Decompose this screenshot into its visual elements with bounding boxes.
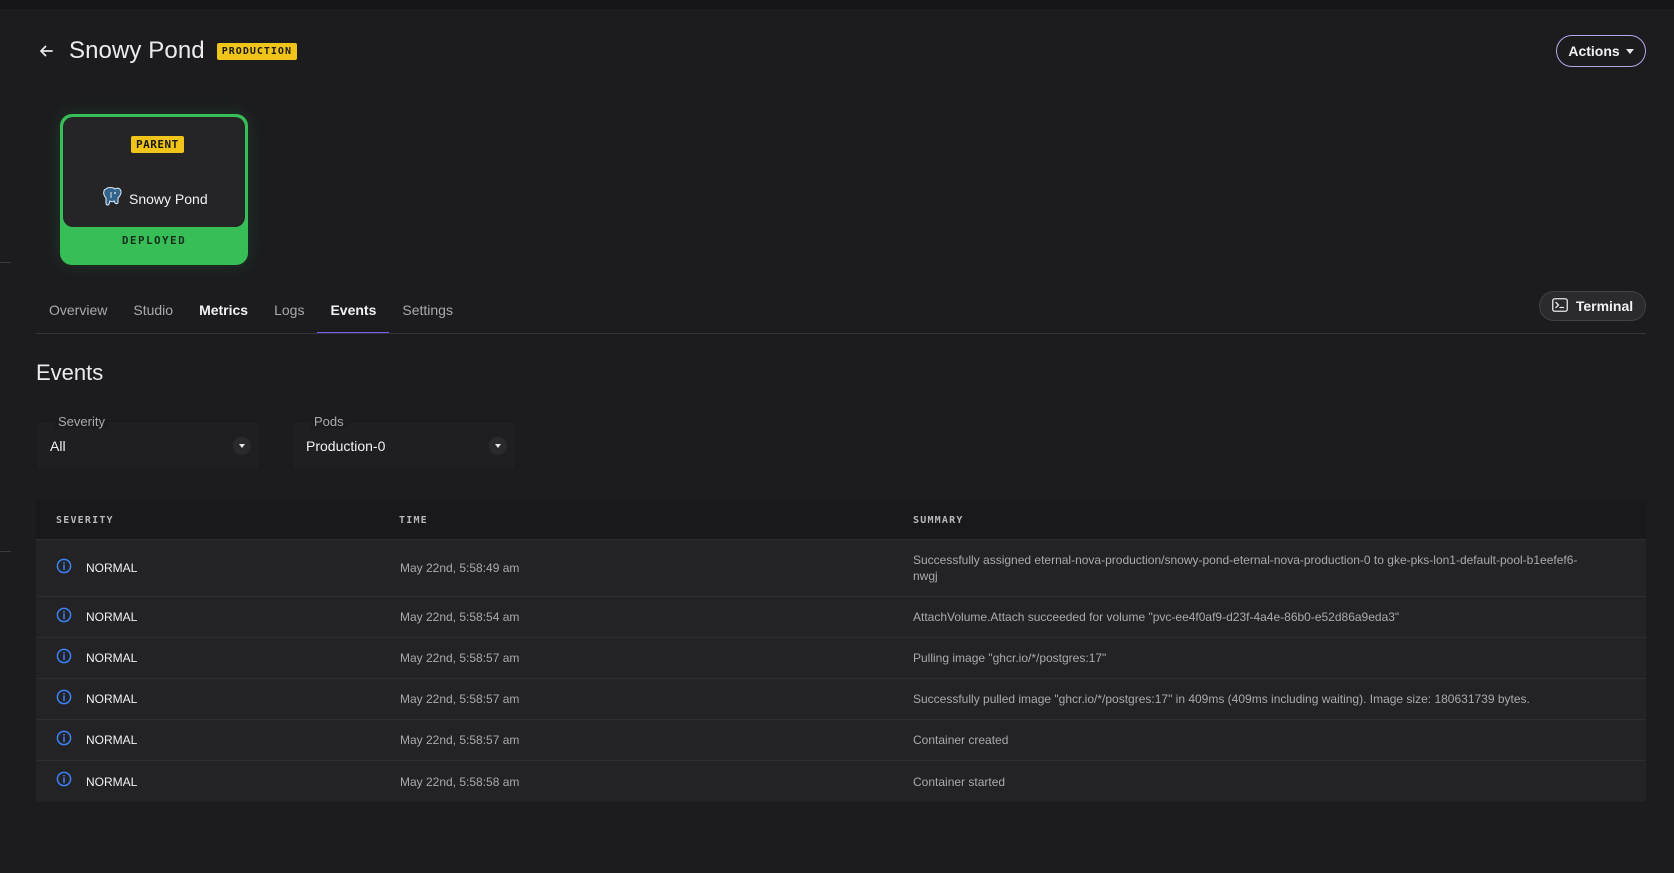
edge-divider — [0, 551, 11, 552]
time-cell: May 22nd, 5:58:57 am — [400, 692, 520, 706]
info-icon — [56, 648, 72, 669]
terminal-button[interactable]: Terminal — [1539, 291, 1646, 321]
chevron-down-icon — [233, 437, 251, 455]
tab-settings[interactable]: Settings — [389, 296, 466, 334]
table-row[interactable]: NORMAL May 22nd, 5:58:54 am AttachVolume… — [36, 597, 1646, 638]
section-title: Events — [36, 360, 104, 385]
summary-cell: Container created — [913, 733, 1009, 747]
table-row[interactable]: NORMAL May 22nd, 5:58:58 am Container st… — [36, 761, 1646, 802]
severity-text: NORMAL — [86, 733, 138, 747]
caret-down-icon — [1625, 48, 1634, 54]
events-table: SEVERITY TIME SUMMARY NORMAL May 22nd, 5… — [36, 501, 1646, 802]
page-header: Snowy Pond PRODUCTION — [36, 36, 297, 66]
summary-cell: Successfully pulled image "ghcr.io/*/pos… — [913, 692, 1530, 706]
summary-cell: Successfully assigned eternal-nova-produ… — [913, 553, 1578, 583]
pods-label: Pods — [310, 414, 348, 429]
service-card-body: PARENT Snowy Pond — [63, 117, 245, 227]
info-icon — [56, 607, 72, 628]
severity-cell: NORMAL — [56, 540, 137, 596]
tab-divider — [36, 333, 1646, 334]
severity-text: NORMAL — [86, 651, 138, 665]
time-cell: May 22nd, 5:58:54 am — [400, 610, 520, 624]
severity-cell: NORMAL — [56, 761, 137, 802]
service-card[interactable]: PARENT Snowy Pond DEPLOYED — [60, 114, 248, 265]
tab-metrics[interactable]: Metrics — [186, 296, 261, 334]
severity-label: Severity — [54, 414, 109, 429]
severity-cell: NORMAL — [56, 638, 137, 678]
tab-events[interactable]: Events — [317, 296, 390, 334]
table-row[interactable]: NORMAL May 22nd, 5:58:57 am Pulling imag… — [36, 638, 1646, 679]
severity-cell: NORMAL — [56, 679, 137, 719]
column-header-time: TIME — [399, 515, 428, 526]
environment-badge: PRODUCTION — [216, 42, 297, 60]
parent-badge: PARENT — [131, 136, 184, 153]
severity-text: NORMAL — [86, 774, 138, 789]
severity-cell: NORMAL — [56, 720, 137, 760]
postgres-elephant-icon — [101, 185, 123, 212]
column-header-summary: SUMMARY — [913, 515, 964, 526]
tab-bar: Overview Studio Metrics Logs Events Sett… — [36, 296, 466, 334]
info-icon — [56, 689, 72, 710]
summary-cell: AttachVolume.Attach succeeded for volume… — [913, 610, 1400, 624]
page-title: Snowy Pond — [69, 37, 205, 64]
severity-text: NORMAL — [86, 692, 138, 706]
time-cell: May 22nd, 5:58:57 am — [400, 651, 520, 665]
actions-label: Actions — [1568, 43, 1620, 59]
time-cell: May 22nd, 5:58:49 am — [400, 561, 520, 575]
tab-studio[interactable]: Studio — [120, 296, 186, 334]
table-body: NORMAL May 22nd, 5:58:49 am Successfully… — [36, 540, 1646, 802]
table-row[interactable]: NORMAL May 22nd, 5:58:57 am Successfully… — [36, 679, 1646, 720]
column-header-severity: SEVERITY — [56, 515, 114, 526]
severity-text: NORMAL — [86, 561, 138, 575]
time-cell: May 22nd, 5:58:57 am — [400, 733, 520, 747]
service-identity: Snowy Pond — [101, 185, 208, 212]
back-arrow-icon[interactable] — [36, 41, 56, 61]
chevron-down-icon — [489, 437, 507, 455]
table-row[interactable]: NORMAL May 22nd, 5:58:49 am Successfully… — [36, 540, 1646, 597]
tab-overview[interactable]: Overview — [36, 296, 120, 334]
severity-text: NORMAL — [86, 610, 138, 624]
pods-value: Production-0 — [306, 438, 386, 454]
tab-logs[interactable]: Logs — [261, 296, 317, 334]
info-icon — [56, 558, 72, 579]
info-icon — [56, 771, 72, 792]
summary-cell: Container started — [913, 774, 1006, 789]
terminal-icon — [1551, 297, 1568, 315]
edge-divider — [0, 262, 11, 263]
terminal-label: Terminal — [1575, 298, 1634, 314]
summary-cell: Pulling image "ghcr.io/*/postgres:17" — [913, 651, 1107, 665]
table-header: SEVERITY TIME SUMMARY — [36, 501, 1646, 540]
time-cell: May 22nd, 5:58:58 am — [400, 774, 520, 789]
top-strip — [0, 0, 1674, 9]
severity-value: All — [50, 438, 66, 454]
info-icon — [56, 730, 72, 751]
table-row[interactable]: NORMAL May 22nd, 5:58:57 am Container cr… — [36, 720, 1646, 761]
deployment-status: DEPLOYED — [121, 234, 187, 247]
severity-cell: NORMAL — [56, 597, 137, 637]
actions-button[interactable]: Actions — [1556, 35, 1646, 67]
service-name: Snowy Pond — [129, 190, 208, 207]
